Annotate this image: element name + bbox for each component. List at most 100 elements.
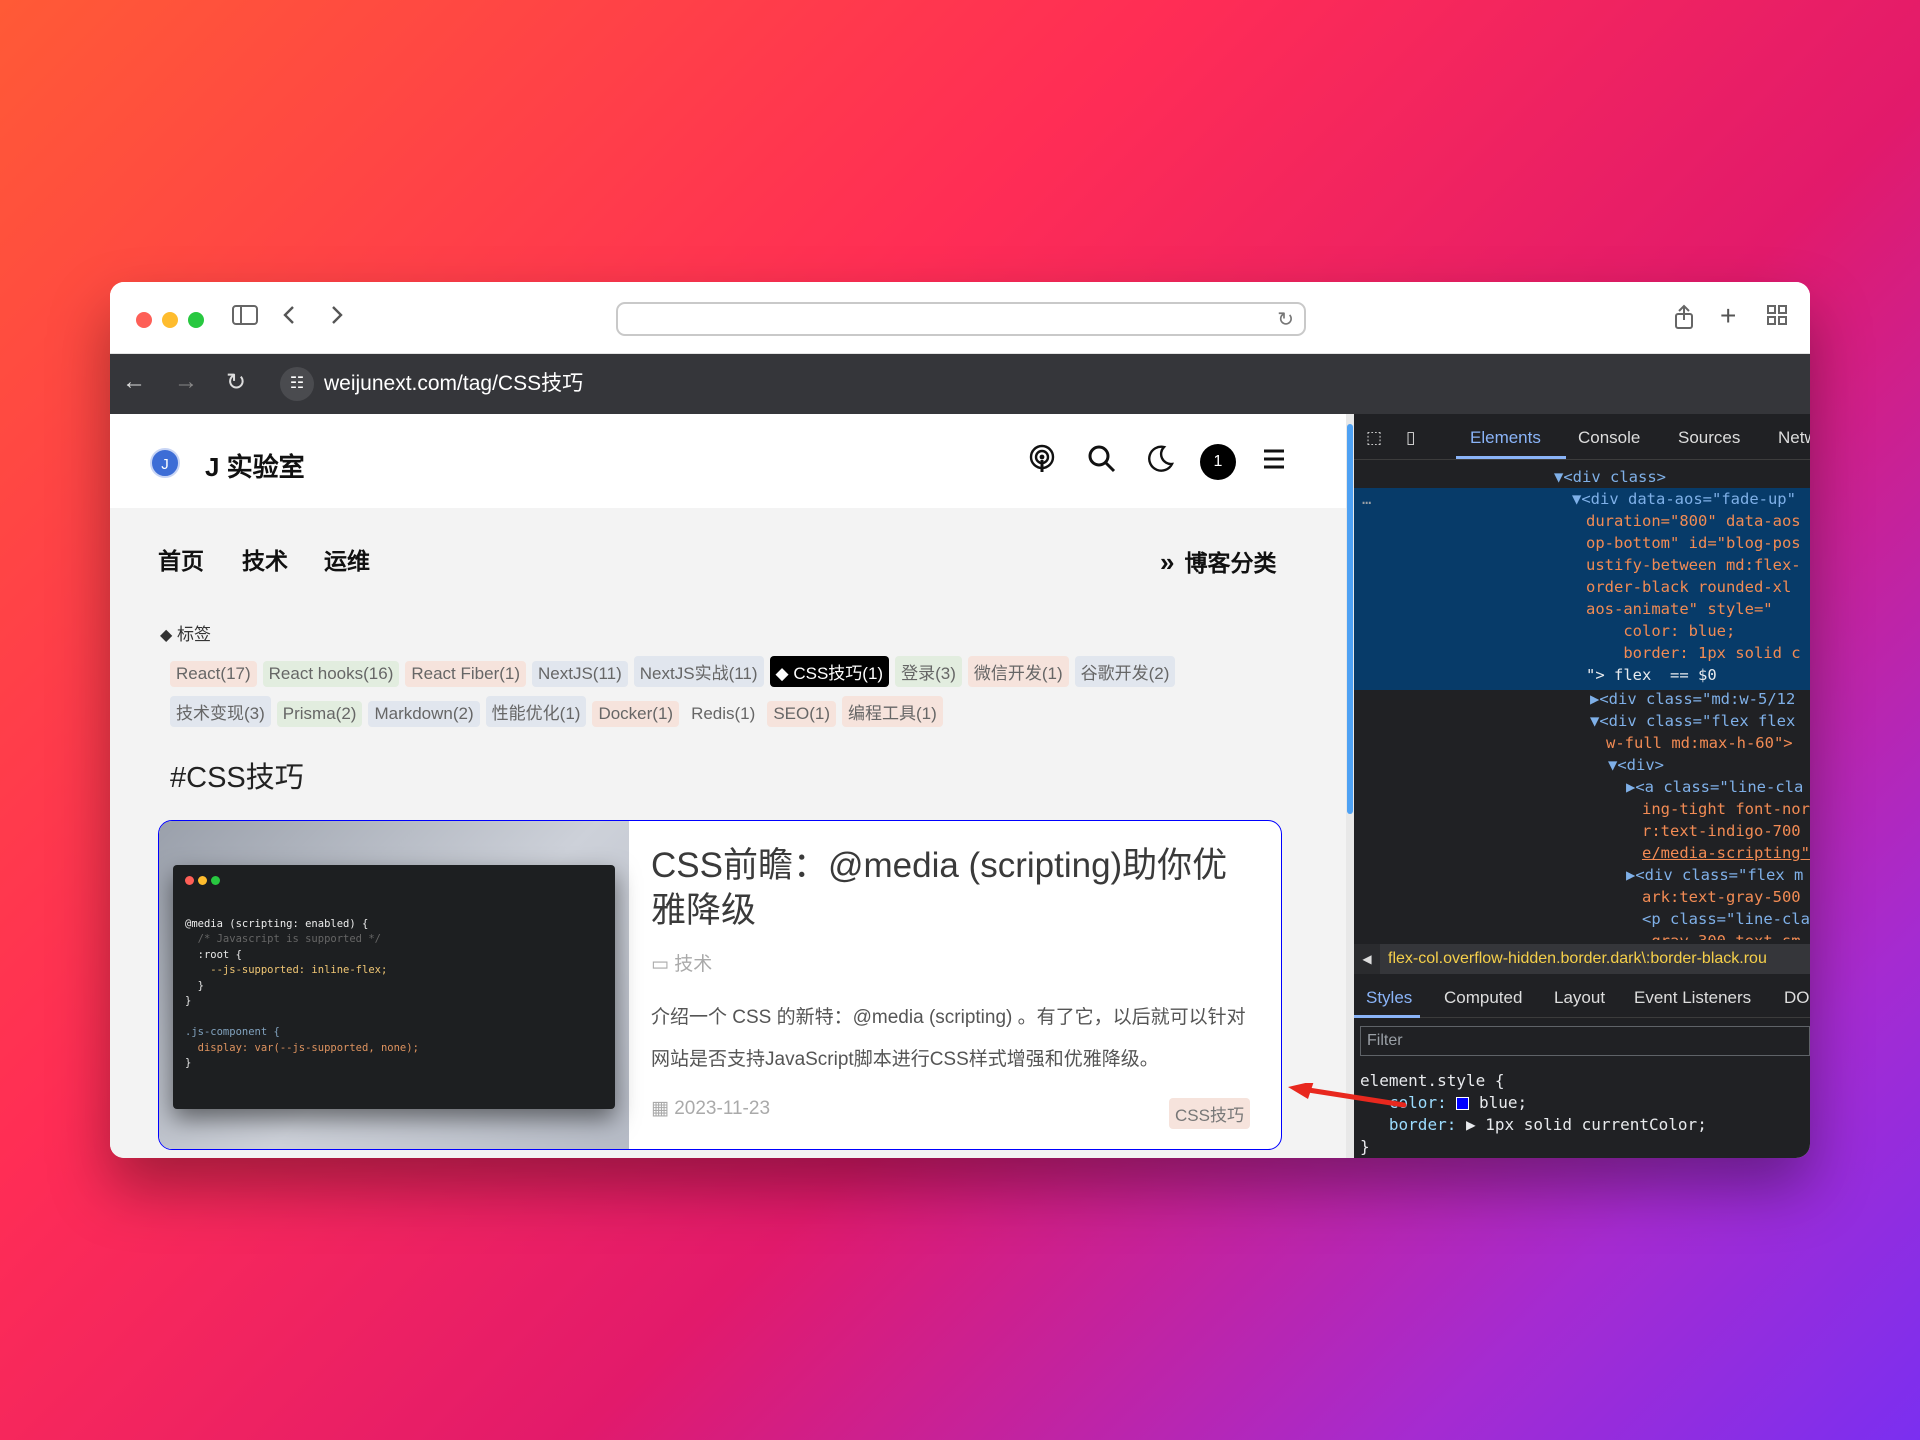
tab-network[interactable]: Network	[1778, 428, 1810, 448]
tag-item[interactable]: NextJS实战(11)	[633, 656, 764, 687]
tab-overview-icon[interactable]	[1766, 304, 1788, 333]
post-title[interactable]: CSS前瞻：@media (scripting)助你优雅降级	[651, 843, 1261, 933]
tag-item[interactable]: React(17)	[170, 661, 257, 687]
tag-list: React(17) React hooks(16) React Fiber(1) Ne…	[170, 656, 1230, 736]
scrollbar-thumb[interactable]	[1347, 424, 1353, 814]
dom-breadcrumb[interactable]: ◀ flex-col.overflow-hidden.border.dark\:…	[1354, 944, 1810, 974]
tag-item[interactable]: React Fiber(1)	[405, 661, 527, 687]
chrome-reload-icon[interactable]: ↻	[226, 368, 246, 397]
tag-item[interactable]: 编程工具(1)	[842, 696, 943, 727]
color-swatch[interactable]	[1456, 1097, 1470, 1110]
minimize-window-button[interactable]	[162, 312, 178, 328]
tag-icon: ◆	[775, 664, 794, 683]
style-prop-border[interactable]: border:	[1389, 1115, 1456, 1134]
tag-item[interactable]: Markdown(2)	[368, 701, 480, 727]
dom-line[interactable]: ▼<div>	[1608, 754, 1664, 777]
close-window-button[interactable]	[136, 312, 152, 328]
chrome-forward-icon[interactable]: →	[174, 368, 198, 396]
calendar-icon: ▦	[651, 1098, 675, 1119]
notification-badge[interactable]: 1	[1200, 444, 1236, 480]
more-icon[interactable]: …	[1362, 488, 1371, 511]
sidebar-toggle-icon[interactable]	[232, 304, 258, 333]
tags-label: ◆ 标签	[160, 620, 211, 645]
dom-line[interactable]: ▼<div class>	[1554, 466, 1666, 489]
tag-item[interactable]: React hooks(16)	[262, 661, 400, 687]
podcast-icon[interactable]	[1028, 444, 1056, 481]
reload-icon[interactable]: ↻	[1277, 307, 1294, 332]
forward-icon[interactable]	[330, 304, 344, 333]
maximize-window-button[interactable]	[188, 312, 204, 328]
tag-item[interactable]: SEO(1)	[767, 701, 836, 727]
tab-sources[interactable]: Sources	[1678, 428, 1740, 448]
tab-computed[interactable]: Computed	[1444, 988, 1522, 1008]
tag-item[interactable]: Redis(1)	[685, 701, 762, 727]
dom-line: duration="800" data-aos	[1586, 512, 1801, 530]
tab-console[interactable]: Console	[1578, 428, 1640, 448]
style-value-border[interactable]: 1px solid currentColor;	[1485, 1115, 1707, 1134]
tab-event-listeners[interactable]: Event Listeners	[1634, 988, 1751, 1008]
share-icon[interactable]	[1674, 304, 1694, 337]
page-scrollbar[interactable]	[1346, 414, 1354, 1158]
devtools-panel: ⬚ ▯ Elements Console Sources Network … ▼…	[1354, 414, 1810, 1158]
style-close-brace: }	[1360, 1137, 1370, 1156]
inspect-element-icon[interactable]: ⬚	[1366, 428, 1382, 448]
site-title[interactable]: J 实验室	[205, 447, 305, 484]
url-field[interactable]: ☷ weijunext.com/tag/CSS技巧	[280, 362, 1800, 406]
styles-filter-input[interactable]: Filter	[1360, 1026, 1810, 1056]
device-toolbar-icon[interactable]: ▯	[1406, 428, 1415, 448]
dom-line: op-bottom" id="blog-pos	[1586, 534, 1801, 552]
tag-item[interactable]: Prisma(2)	[276, 701, 363, 727]
blog-category-link[interactable]: » 博客分类	[1160, 544, 1276, 578]
tag-item-active[interactable]: ◆ CSS技巧(1)	[769, 656, 890, 687]
breadcrumb-left-icon[interactable]: ◀	[1354, 944, 1380, 974]
styles-pane: element.style { color: blue; border: ▶ 1…	[1360, 1070, 1707, 1158]
nav-home[interactable]: 首页	[158, 542, 204, 576]
chrome-back-icon[interactable]: ←	[122, 368, 146, 396]
expand-triangle-icon[interactable]: ▶	[1466, 1115, 1476, 1134]
menu-icon[interactable]	[1262, 444, 1286, 481]
search-icon[interactable]	[1088, 444, 1116, 481]
tag-item[interactable]: 技术变现(3)	[170, 696, 271, 727]
tab-layout[interactable]: Layout	[1554, 988, 1605, 1008]
dom-line[interactable]: ▶<div class="flex m	[1626, 864, 1803, 887]
tag-item[interactable]: 登录(3)	[895, 656, 962, 687]
dom-line[interactable]: ▶<div class="md:w-5/12	[1590, 688, 1795, 711]
dom-line[interactable]: <p class="line-cla	[1642, 908, 1810, 931]
tab-dom[interactable]: DOM	[1784, 988, 1810, 1008]
post-tag[interactable]: CSS技巧	[1169, 1098, 1250, 1129]
back-icon[interactable]	[282, 304, 296, 333]
dom-line: order-black rounded-xl	[1586, 578, 1792, 596]
tag-heading: #CSS技巧	[170, 762, 304, 794]
annotation-arrow-icon	[1288, 1083, 1407, 1108]
dom-tree[interactable]: … ▼<div class> ▼<div data-aos="fade-up" …	[1354, 460, 1810, 940]
dom-line: ing-tight font-nor	[1642, 800, 1810, 818]
style-value-color[interactable]: blue;	[1479, 1093, 1527, 1112]
post-category[interactable]: ▭ 技术	[651, 949, 712, 976]
dom-line: w-full md:max-h-60">	[1606, 734, 1793, 752]
code-line: :root {	[185, 948, 242, 961]
dom-line-selected[interactable]: ▼<div data-aos="fade-up"	[1572, 488, 1796, 511]
site-logo[interactable]: J	[150, 448, 180, 478]
tag-item[interactable]: 性能优化(1)	[485, 696, 587, 727]
tag-item[interactable]: Docker(1)	[592, 701, 680, 727]
tag-item[interactable]: NextJS(11)	[532, 661, 628, 687]
chrome-toolbar: ← → ↻ ☷ weijunext.com/tag/CSS技巧	[110, 354, 1810, 414]
tab-styles[interactable]: Styles	[1366, 988, 1412, 1008]
new-tab-icon[interactable]: +	[1720, 302, 1736, 330]
site-info-icon[interactable]: ☷	[280, 367, 314, 401]
blog-post-card[interactable]: @media (scripting: enabled) { /* Javascr…	[158, 820, 1282, 1150]
address-bar[interactable]: ↻	[616, 302, 1306, 336]
dom-line[interactable]: ▼<div class="flex flex	[1590, 710, 1795, 733]
tags-label-text: 标签	[177, 625, 212, 644]
post-thumbnail[interactable]: @media (scripting: enabled) { /* Javascr…	[159, 821, 629, 1149]
nav-tech[interactable]: 技术	[242, 542, 288, 576]
tab-elements[interactable]: Elements	[1470, 428, 1541, 448]
dom-line: aos-animate" style="	[1586, 600, 1773, 618]
tag-item[interactable]: 谷歌开发(2)	[1074, 656, 1176, 687]
dark-mode-icon[interactable]	[1146, 444, 1175, 481]
tag-item[interactable]: 微信开发(1)	[967, 656, 1069, 687]
nav-ops[interactable]: 运维	[324, 542, 370, 576]
safari-toolbar: ↻ +	[110, 282, 1810, 354]
tag-item-label: CSS技巧(1)	[793, 664, 884, 683]
dom-line[interactable]: ▶<a class="line-cla	[1626, 776, 1803, 799]
